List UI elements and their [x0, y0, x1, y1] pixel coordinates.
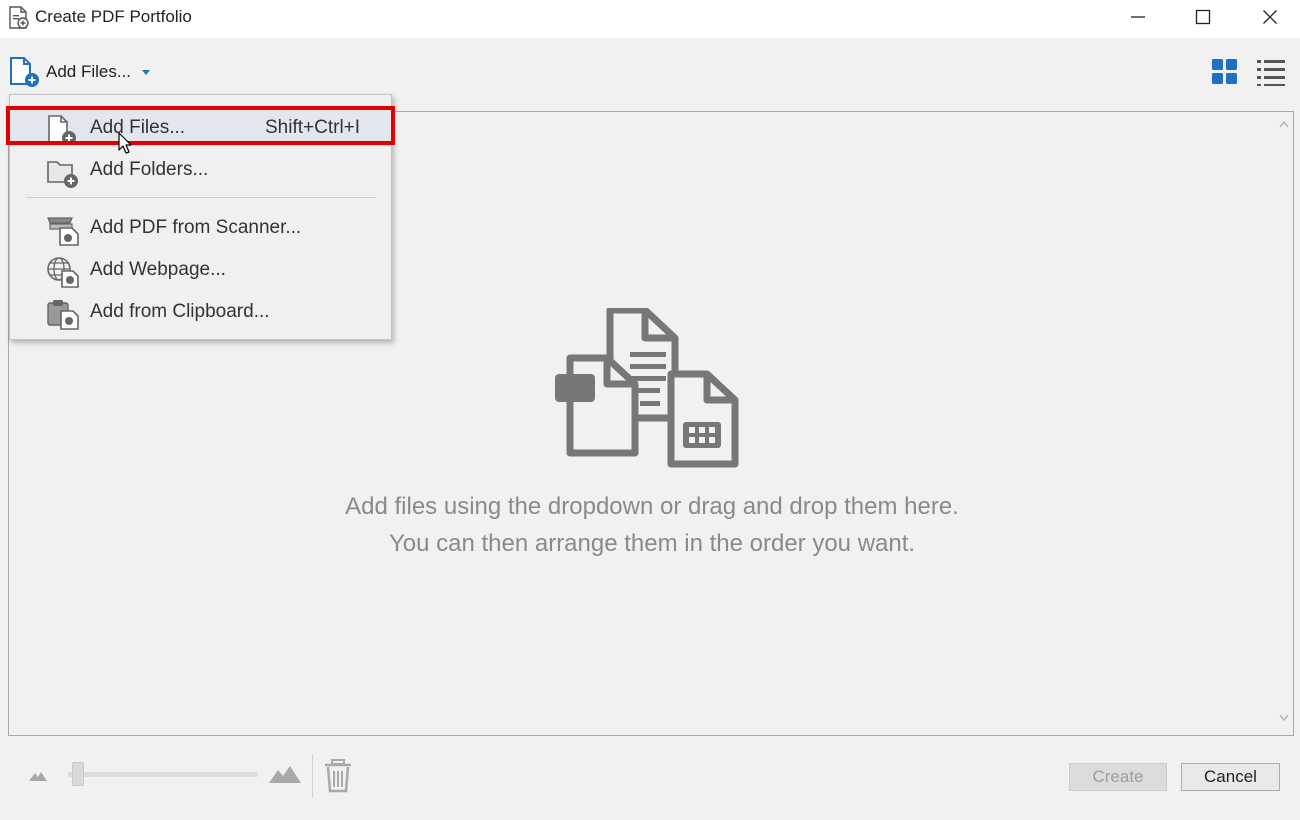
menu-item-add-webpage[interactable]: Add Webpage...: [10, 249, 391, 289]
list-view-button[interactable]: [1256, 56, 1286, 88]
maximize-button[interactable]: [1180, 0, 1226, 34]
pdf-portfolio-icon: [9, 6, 29, 29]
grid-view-button[interactable]: [1210, 56, 1240, 88]
maximize-icon: [1195, 9, 1211, 25]
menu-item-add-pdf-from-scanner[interactable]: Add PDF from Scanner...: [10, 207, 391, 247]
menu-item-add-from-clipboard[interactable]: Add from Clipboard...: [10, 291, 391, 331]
minimize-button[interactable]: [1115, 0, 1161, 34]
chevron-down-icon: [142, 70, 151, 75]
menu-item-label: Add Files...: [90, 117, 186, 138]
clipboard-icon: [47, 300, 79, 330]
thumbnail-size-slider-thumb[interactable]: [72, 762, 84, 786]
documents-illustration-icon: [555, 308, 739, 468]
list-view-icon: [1257, 60, 1285, 86]
scroll-up-arrow[interactable]: [1279, 120, 1289, 128]
menu-item-shortcut: Shift+Ctrl+I: [265, 117, 361, 138]
menu-item-label: Add PDF from Scanner...: [90, 217, 302, 238]
close-button[interactable]: [1247, 0, 1293, 34]
add-files-menu: Add Files... Shift+Ctrl+I Add Folders...…: [9, 94, 392, 340]
menu-item-label: Add Folders...: [90, 159, 209, 180]
menu-separator: [26, 197, 376, 198]
add-file-icon: [48, 115, 76, 145]
thumbnail-size-slider-track[interactable]: [68, 772, 258, 777]
cancel-button[interactable]: Cancel: [1181, 763, 1280, 791]
mouse-pointer-icon: [118, 132, 132, 154]
add-files-label: Add Files...: [46, 62, 132, 81]
zoom-in-thumbnail-icon[interactable]: [268, 762, 302, 784]
title-bar: Create PDF Portfolio: [0, 0, 1300, 38]
empty-state-message-line1: Add files using the dropdown or drag and…: [345, 493, 959, 520]
zoom-out-thumbnail-icon[interactable]: [28, 768, 48, 782]
grid-view-icon: [1212, 59, 1237, 84]
trash-icon[interactable]: [322, 758, 354, 794]
add-folder-icon: [47, 161, 78, 188]
menu-item-label: Add from Clipboard...: [90, 301, 270, 322]
empty-state-message-line2: You can then arrange them in the order y…: [388, 530, 916, 557]
window-title: Create PDF Portfolio: [35, 7, 192, 26]
scroll-down-arrow[interactable]: [1279, 714, 1289, 722]
menu-item-label: Add Webpage...: [90, 259, 226, 280]
bottom-divider: [312, 754, 313, 798]
add-files-dropdown-button[interactable]: Add Files...: [8, 54, 151, 90]
menu-item-add-files[interactable]: Add Files... Shift+Ctrl+I: [10, 107, 391, 147]
create-button[interactable]: Create: [1069, 763, 1167, 791]
close-icon: [1263, 10, 1277, 24]
scanner-icon: [47, 217, 79, 246]
add-file-icon: [10, 57, 39, 87]
minimize-icon: [1131, 16, 1145, 18]
webpage-globe-icon: [47, 257, 79, 288]
menu-item-add-folders[interactable]: Add Folders...: [10, 149, 391, 189]
